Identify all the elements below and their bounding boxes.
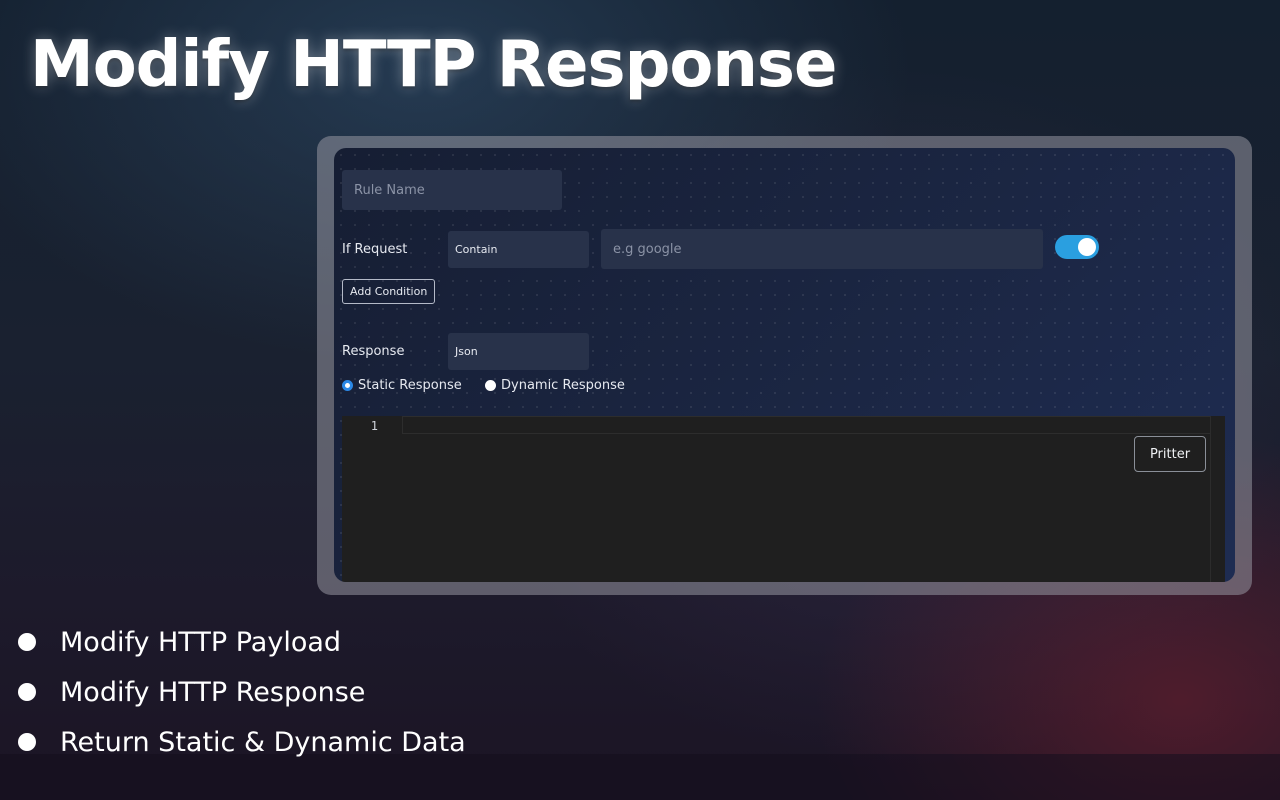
url-match-input[interactable] [601, 229, 1043, 269]
bullet-icon [18, 633, 36, 651]
rule-name-input[interactable] [342, 170, 562, 210]
rule-enabled-toggle[interactable] [1055, 235, 1099, 259]
if-request-label: If Request [342, 242, 408, 257]
app-window-frame: If Request Contain Add Condition Respons… [317, 136, 1252, 595]
feature-list: Modify HTTP Payload Modify HTTP Response… [18, 617, 466, 767]
bullet-icon [18, 733, 36, 751]
hero-title: Modify HTTP Response [30, 28, 837, 102]
editor-gutter: 1 [342, 416, 402, 582]
response-code-editor[interactable]: 1 Pritter [342, 416, 1225, 582]
response-label: Response [342, 344, 405, 359]
condition-select[interactable]: Contain [448, 231, 589, 268]
add-condition-button[interactable]: Add Condition [342, 279, 436, 304]
static-response-label: Static Response [358, 378, 462, 393]
radio-checked-icon [342, 380, 353, 391]
radio-unchecked-icon [485, 380, 496, 391]
editor-scrollbar[interactable] [1210, 416, 1225, 582]
feature-item: Modify HTTP Payload [18, 617, 466, 667]
dynamic-response-label: Dynamic Response [501, 378, 625, 393]
editor-active-line[interactable] [402, 416, 1211, 434]
line-number: 1 [370, 419, 378, 433]
feature-item: Modify HTTP Response [18, 667, 466, 717]
feature-text: Modify HTTP Response [60, 676, 366, 708]
rule-editor-panel: If Request Contain Add Condition Respons… [334, 148, 1235, 582]
response-type-select[interactable]: Json [448, 333, 589, 370]
feature-text: Modify HTTP Payload [60, 626, 342, 658]
bullet-icon [18, 683, 36, 701]
feature-item: Return Static & Dynamic Data [18, 717, 466, 767]
static-response-radio[interactable]: Static Response [342, 378, 462, 393]
toggle-knob [1078, 238, 1096, 256]
dynamic-response-radio[interactable]: Dynamic Response [485, 378, 625, 393]
feature-text: Return Static & Dynamic Data [60, 726, 466, 758]
response-type-value: Json [455, 345, 478, 358]
condition-select-value: Contain [455, 243, 498, 256]
pritter-button[interactable]: Pritter [1134, 436, 1206, 472]
